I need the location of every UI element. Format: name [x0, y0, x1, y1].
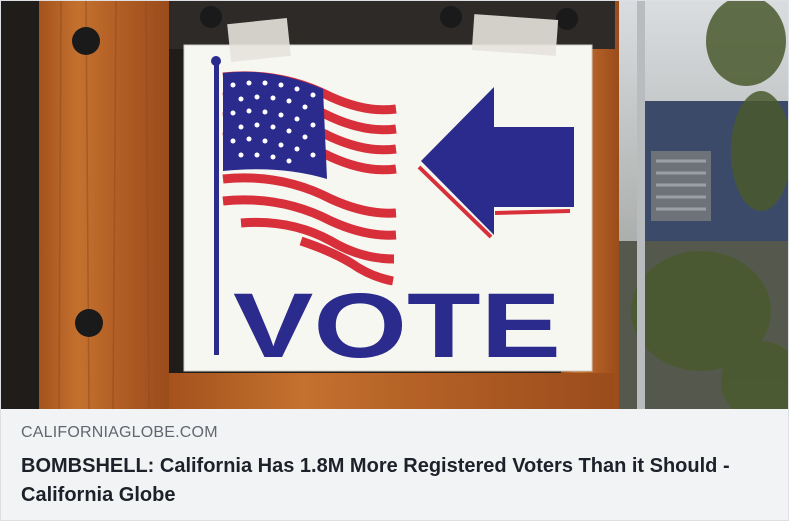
tape-left — [227, 17, 291, 63]
link-preview-caption[interactable]: CALIFORNIAGLOBE.COM BOMBSHELL: Californi… — [1, 409, 788, 520]
wood-post-left — [39, 1, 169, 409]
flag-pole-finial — [211, 56, 221, 66]
link-domain: CALIFORNIAGLOBE.COM — [21, 424, 218, 441]
link-preview-card[interactable]: VOTE . CALIFORNIAGLOBE.COM BOMBSHELL: Ca… — [0, 0, 789, 521]
arrow-red-accent-2 — [494, 209, 571, 215]
tape-right — [471, 14, 559, 56]
link-headline[interactable]: BOMBSHELL: California Has 1.8M More Regi… — [21, 452, 771, 510]
link-preview-image[interactable]: VOTE . — [1, 1, 788, 409]
flag-pole — [214, 63, 219, 355]
metal-pole — [637, 1, 645, 409]
vote-sign-text: VOTE — [233, 275, 561, 377]
